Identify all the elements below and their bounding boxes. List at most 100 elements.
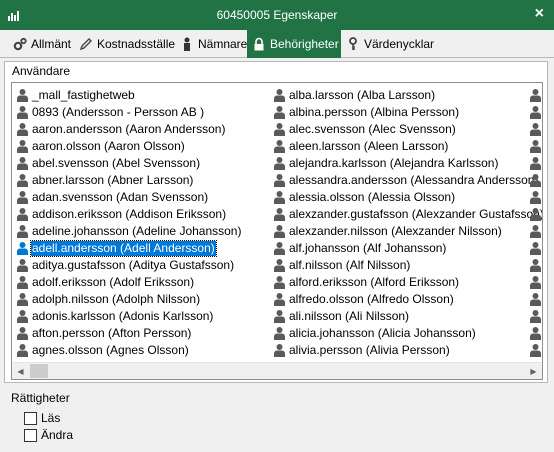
- user-list-item[interactable]: addison.eriksson (Addison Eriksson): [17, 206, 242, 223]
- user-list-item[interactable]: a: [530, 342, 542, 359]
- user-list-item[interactable]: adan.svensson (Adan Svensson): [17, 189, 242, 206]
- user-icon: [530, 327, 541, 340]
- user-name: adolf.eriksson (Adolf Eriksson): [32, 275, 195, 289]
- user-icon: [274, 89, 285, 102]
- user-list-item[interactable]: a: [530, 325, 542, 342]
- user-list-item[interactable]: adeline.johansson (Adeline Johansson): [17, 223, 242, 240]
- user-list-item[interactable]: a: [530, 121, 542, 138]
- user-name: alessandra.andersson (Alessandra Anderss…: [289, 173, 539, 187]
- user-icon: [530, 106, 541, 119]
- tab-label: Nämnare: [198, 37, 248, 51]
- users-column-3: aaaaaaaaaaaaaaaa: [530, 87, 542, 359]
- user-list-item[interactable]: a: [530, 308, 542, 325]
- user-name: aditya.gustafsson (Aditya Gustafsson): [32, 258, 235, 272]
- scrollbar-thumb[interactable]: [30, 364, 48, 378]
- user-list-item[interactable]: a: [530, 138, 542, 155]
- user-list-item[interactable]: alford.eriksson (Alford Eriksson): [274, 274, 542, 291]
- user-list-item[interactable]: alivia.persson (Alivia Persson): [274, 342, 542, 359]
- user-list-item[interactable]: a: [530, 240, 542, 257]
- user-list-item[interactable]: a: [530, 104, 542, 121]
- user-list-item[interactable]: alessia.olsson (Alessia Olsson): [274, 189, 542, 206]
- user-name: 0893 (Andersson - Persson AB ): [32, 105, 205, 119]
- user-list-item[interactable]: alessandra.andersson (Alessandra Anderss…: [274, 172, 542, 189]
- user-list-item[interactable]: adonis.karlsson (Adonis Karlsson): [17, 308, 242, 325]
- user-list-item[interactable]: aaron.olsson (Aaron Olsson): [17, 138, 242, 155]
- user-icon: [530, 293, 541, 306]
- user-list-item[interactable]: _mall_fastighetweb: [17, 87, 242, 104]
- user-list-item[interactable]: agnes.olsson (Agnes Olsson): [17, 342, 242, 359]
- user-list-item[interactable]: abner.larsson (Abner Larsson): [17, 172, 242, 189]
- user-list-item[interactable]: adolph.nilsson (Adolph Nilsson): [17, 291, 242, 308]
- checkbox-box[interactable]: [24, 411, 37, 425]
- user-name: addison.eriksson (Addison Eriksson): [32, 207, 227, 221]
- user-name: alicia.johansson (Alicia Johansson): [289, 326, 476, 340]
- user-icon: [17, 327, 28, 340]
- user-icon: [530, 191, 541, 204]
- checkbox-box[interactable]: [24, 428, 37, 442]
- user-name: adan.svensson (Adan Svensson): [32, 190, 209, 204]
- user-list-item[interactable]: afton.persson (Afton Persson): [17, 325, 242, 342]
- user-list-item[interactable]: alexzander.gustafsson (Alexzander Gustaf…: [274, 206, 542, 223]
- tab-behorigheter[interactable]: Behörigheter: [247, 30, 341, 58]
- scroll-right-arrow-icon[interactable]: ▶: [525, 363, 542, 379]
- user-list-item[interactable]: 0893 (Andersson - Persson AB ): [17, 104, 242, 121]
- pencil-icon: [79, 38, 92, 51]
- user-list-item[interactable]: a: [530, 172, 542, 189]
- user-list-item[interactable]: alf.nilsson (Alf Nilsson): [274, 257, 542, 274]
- user-list-item[interactable]: adolf.eriksson (Adolf Eriksson): [17, 274, 242, 291]
- user-list-item[interactable]: a: [530, 223, 542, 240]
- user-icon: [530, 310, 541, 323]
- user-list-item[interactable]: abel.svensson (Abel Svensson): [17, 155, 242, 172]
- horizontal-scrollbar[interactable]: ◀ ▶: [12, 362, 542, 379]
- user-list-item[interactable]: albina.persson (Albina Persson): [274, 104, 542, 121]
- user-icon: [274, 225, 285, 238]
- user-list-item[interactable]: alf.johansson (Alf Johansson): [274, 240, 542, 257]
- user-list-item[interactable]: ali.nilsson (Ali Nilsson): [274, 308, 542, 325]
- user-list-item[interactable]: a: [530, 87, 542, 104]
- user-list-item[interactable]: alfredo.olsson (Alfredo Olsson): [274, 291, 542, 308]
- users-panel: Användare _mall_fastighetweb 0893 (Anders…: [4, 61, 548, 383]
- title-bar: 60450005 Egenskaper ×: [0, 0, 554, 30]
- user-list-item[interactable]: alec.svensson (Alec Svensson): [274, 121, 542, 138]
- user-list-item[interactable]: alejandra.karlsson (Alejandra Karlsson): [274, 155, 542, 172]
- tab-bar: Allmänt Kostnadsställe Nämnare Behörighe…: [0, 30, 554, 58]
- user-list-item[interactable]: a: [530, 189, 542, 206]
- user-icon: [17, 276, 28, 289]
- checkbox-label: Ändra: [41, 428, 74, 442]
- tab-label: Värdenycklar: [364, 37, 435, 51]
- user-icon: [17, 259, 28, 272]
- user-name: adolph.nilsson (Adolph Nilsson): [32, 292, 201, 306]
- user-list-item[interactable]: aditya.gustafsson (Aditya Gustafsson): [17, 257, 242, 274]
- close-button[interactable]: ×: [535, 6, 544, 22]
- user-list-item[interactable]: alba.larsson (Alba Larsson): [274, 87, 542, 104]
- tab-vardenycklar[interactable]: Värdenycklar: [341, 30, 439, 58]
- user-list-item[interactable]: a: [530, 291, 542, 308]
- user-list-item[interactable]: a: [530, 274, 542, 291]
- user-icon: [17, 242, 28, 255]
- user-list-item[interactable]: alicia.johansson (Alicia Johansson): [274, 325, 542, 342]
- user-name: albina.persson (Albina Persson): [289, 105, 460, 119]
- user-list-item[interactable]: a: [530, 257, 542, 274]
- user-list-item[interactable]: aleen.larsson (Aleen Larsson): [274, 138, 542, 155]
- user-list-item[interactable]: aaron.andersson (Aaron Andersson): [17, 121, 242, 138]
- user-name: abner.larsson (Abner Larsson): [32, 173, 194, 187]
- user-list-item[interactable]: adell.andersson (Adell Andersson): [17, 240, 242, 257]
- tab-namnare[interactable]: Nämnare: [175, 30, 252, 58]
- user-icon: [17, 191, 28, 204]
- edit-permission-checkbox[interactable]: Ändra: [24, 428, 73, 442]
- read-permission-checkbox[interactable]: Läs: [24, 411, 60, 425]
- users-listbox[interactable]: _mall_fastighetweb 0893 (Andersson - Pers…: [11, 82, 543, 380]
- user-name: alivia.persson (Alivia Persson): [289, 343, 450, 357]
- user-list-item[interactable]: a: [530, 155, 542, 172]
- user-list-item[interactable]: a: [530, 206, 542, 223]
- user-icon: [17, 140, 28, 153]
- user-icon: [530, 140, 541, 153]
- tab-kostnadsstalle[interactable]: Kostnadsställe: [74, 30, 180, 58]
- scroll-left-arrow-icon[interactable]: ◀: [12, 363, 29, 379]
- tab-allmant[interactable]: Allmänt: [8, 30, 76, 58]
- user-name: ali.nilsson (Ali Nilsson): [289, 309, 410, 323]
- user-name: alexzander.nilsson (Alexzander Nilsson): [289, 224, 502, 238]
- user-list-item[interactable]: alexzander.nilsson (Alexzander Nilsson): [274, 223, 542, 240]
- user-icon: [17, 89, 28, 102]
- user-icon: [274, 242, 285, 255]
